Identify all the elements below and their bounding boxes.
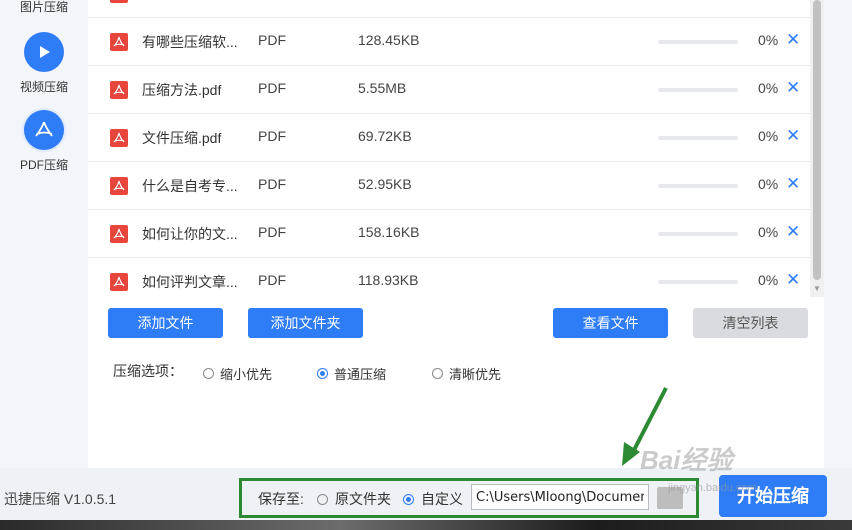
- table-row[interactable]: 压缩方法.pdf PDF 5.55MB 0% ✕: [88, 66, 810, 114]
- file-size: 5.55MB: [358, 80, 407, 96]
- progress-bar: [658, 280, 738, 284]
- progress-bar: [658, 88, 738, 92]
- watermark: Bai经验: [640, 445, 733, 475]
- close-icon[interactable]: ✕: [786, 222, 800, 242]
- table-row[interactable]: 什么是自考专... PDF 52.95KB 0% ✕: [88, 162, 810, 210]
- file-name: 文件压缩.pdf: [142, 130, 222, 146]
- play-icon: [24, 32, 64, 72]
- desktop-strip: [0, 520, 852, 530]
- file-name: 压缩方法.pdf: [142, 82, 222, 98]
- version-label: 迅捷压缩 V1.0.5.1: [4, 491, 117, 507]
- file-name: 如何让你的文...: [142, 226, 238, 242]
- progress-bar: [658, 136, 738, 140]
- pdf-file-icon: [110, 33, 128, 51]
- progress-percent: 0%: [758, 176, 779, 192]
- file-size: 158.16KB: [358, 224, 420, 240]
- right-edge: [824, 0, 852, 468]
- pdf-file-icon: [110, 129, 128, 147]
- file-type: PDF: [258, 32, 286, 48]
- file-type: PDF: [258, 176, 286, 192]
- file-size: 52.95KB: [358, 176, 412, 192]
- pdf-file-icon: [110, 273, 128, 291]
- progress-bar: [658, 40, 738, 44]
- sidebar-item-label: 视频压缩: [19, 80, 68, 94]
- close-icon[interactable]: ✕: [786, 174, 800, 194]
- file-type: PDF: [258, 128, 286, 144]
- table-row[interactable]: 如何让你的文... PDF 158.16KB 0% ✕: [88, 210, 810, 258]
- pdf-file-icon: [110, 225, 128, 243]
- progress-percent: 0%: [758, 80, 779, 96]
- table-row[interactable]: 如何评判文章... PDF 118.93KB 0% ✕: [88, 258, 810, 297]
- file-size: 118.93KB: [358, 272, 419, 288]
- file-list: 有哪些压缩软... PDF 128.45KB 0% ✕ 压缩方法.pdf PDF…: [88, 0, 810, 297]
- annotation-highlight-box: [239, 478, 699, 518]
- table-row: [88, 0, 810, 18]
- scrollbar-thumb[interactable]: [813, 0, 821, 280]
- close-icon[interactable]: ✕: [786, 126, 800, 146]
- file-type: PDF: [258, 224, 286, 240]
- option-smaller-first[interactable]: 缩小优先: [203, 364, 272, 383]
- option-label: 缩小优先: [220, 367, 273, 382]
- add-file-button[interactable]: 添加文件: [108, 308, 223, 338]
- table-row[interactable]: 文件压缩.pdf PDF 69.72KB 0% ✕: [88, 114, 810, 162]
- progress-percent: 0%: [758, 272, 779, 288]
- view-file-button[interactable]: 查看文件: [553, 308, 668, 338]
- file-type: PDF: [258, 80, 286, 96]
- radio-icon: [203, 368, 214, 379]
- progress-percent: 0%: [758, 32, 779, 48]
- sidebar-item-label: 图片压缩: [19, 0, 68, 14]
- pdf-icon: [24, 110, 64, 150]
- sidebar: 图片压缩 视频压缩 PDF压缩: [0, 0, 88, 468]
- progress-bar: [658, 232, 738, 236]
- radio-icon: [432, 368, 443, 379]
- scrollbar[interactable]: ▼: [810, 0, 824, 297]
- watermark-sub: jingyan.baidu.com: [668, 482, 757, 494]
- pdf-file-icon: [110, 0, 128, 3]
- clear-list-button[interactable]: 清空列表: [693, 308, 808, 338]
- option-label: 普通压缩: [334, 367, 387, 382]
- progress-bar: [658, 184, 738, 188]
- close-icon[interactable]: ✕: [786, 270, 800, 290]
- option-normal[interactable]: 普通压缩: [317, 364, 386, 383]
- table-row[interactable]: 有哪些压缩软... PDF 128.45KB 0% ✕: [88, 18, 810, 66]
- file-name: 什么是自考专...: [142, 178, 238, 194]
- file-name: 如何评判文章...: [142, 274, 238, 290]
- scroll-down-icon[interactable]: ▼: [813, 284, 821, 293]
- radio-selected-icon: [317, 368, 328, 379]
- sidebar-item-pdf-compress[interactable]: PDF压缩: [0, 110, 88, 173]
- file-name: 有哪些压缩软...: [142, 34, 238, 50]
- close-icon[interactable]: ✕: [786, 30, 800, 50]
- option-clarity-first[interactable]: 清晰优先: [432, 364, 501, 383]
- close-icon[interactable]: ✕: [786, 78, 800, 98]
- file-size: 69.72KB: [358, 128, 412, 144]
- option-label: 清晰优先: [449, 367, 502, 382]
- add-folder-button[interactable]: 添加文件夹: [248, 308, 363, 338]
- compress-options-label: 压缩选项：: [113, 363, 183, 379]
- sidebar-item-image-compress[interactable]: 图片压缩: [0, 0, 88, 15]
- pdf-file-icon: [110, 177, 128, 195]
- sidebar-item-video-compress[interactable]: 视频压缩: [0, 32, 88, 95]
- pdf-file-icon: [110, 81, 128, 99]
- sidebar-item-label: PDF压缩: [19, 158, 68, 172]
- progress-percent: 0%: [758, 224, 779, 240]
- progress-percent: 0%: [758, 128, 779, 144]
- file-type: PDF: [258, 272, 286, 288]
- file-size: 128.45KB: [358, 32, 420, 48]
